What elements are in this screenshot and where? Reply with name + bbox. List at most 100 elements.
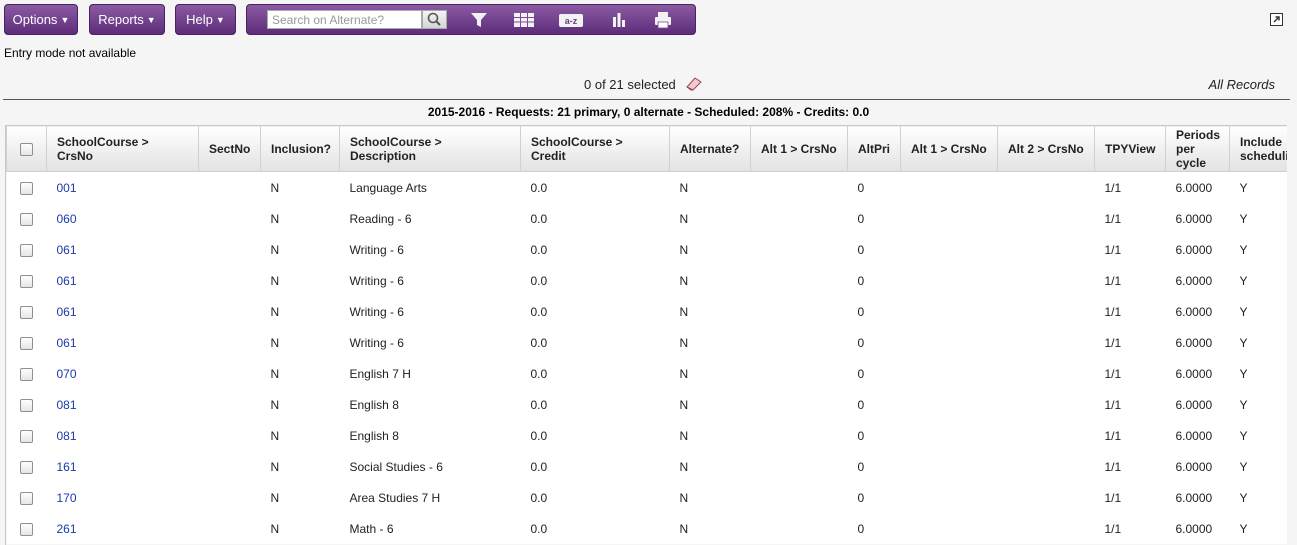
course-number-link[interactable]: 060 xyxy=(57,212,77,226)
column-header[interactable]: SchoolCourse > CrsNo xyxy=(46,125,199,172)
table-row[interactable]: 170 N Area Studies 7 H 0.0 N 0 1/1 6.0000 Y xyxy=(6,482,1287,513)
row-checkbox[interactable] xyxy=(20,460,33,474)
table-row[interactable]: 060 N Reading - 6 0.0 N 0 1/1 6.0000 Y xyxy=(6,203,1287,234)
cell-alt1 xyxy=(750,296,848,327)
help-menu-button[interactable]: Help ▼ xyxy=(175,4,236,35)
cell-inclusion: N xyxy=(260,389,340,420)
grid-view-icon[interactable] xyxy=(513,9,535,31)
reports-menu-label: Reports xyxy=(98,12,144,27)
options-menu-button[interactable]: Options ▼ xyxy=(4,4,78,35)
course-number-link[interactable]: 070 xyxy=(57,367,77,381)
table-row[interactable]: 081 N English 8 0.0 N 0 1/1 6.0000 Y xyxy=(6,389,1287,420)
cell-credit: 0.0 xyxy=(520,234,670,265)
column-header[interactable]: Inclusion? xyxy=(260,125,340,172)
course-number-link[interactable]: 081 xyxy=(57,429,77,443)
table-row[interactable]: 070 N English 7 H 0.0 N 0 1/1 6.0000 Y xyxy=(6,358,1287,389)
course-number-link[interactable]: 001 xyxy=(57,181,77,195)
column-header[interactable]: AltPri xyxy=(847,125,901,172)
bar-chart-icon[interactable] xyxy=(608,9,630,31)
column-header[interactable]: SchoolCourse > Description xyxy=(339,125,521,172)
row-select-cell xyxy=(6,420,47,451)
select-all-header xyxy=(6,125,47,172)
course-number-link[interactable]: 061 xyxy=(57,274,77,288)
row-checkbox[interactable] xyxy=(20,367,33,381)
cell-description: Writing - 6 xyxy=(339,327,521,358)
course-number-link[interactable]: 161 xyxy=(57,460,77,474)
filter-icon[interactable] xyxy=(468,9,490,31)
column-header[interactable]: Alternate? xyxy=(669,125,751,172)
cell-tpy: 1/1 xyxy=(1094,234,1166,265)
course-number-link[interactable]: 170 xyxy=(57,491,77,505)
course-number-link[interactable]: 081 xyxy=(57,398,77,412)
requests-table: SchoolCourse > CrsNo SectNo Inclusion? S… xyxy=(6,125,1287,544)
row-checkbox[interactable] xyxy=(20,274,33,288)
row-select-cell xyxy=(6,171,47,203)
column-header[interactable]: Alt 2 > CrsNo xyxy=(997,125,1095,172)
cell-alternate: N xyxy=(669,358,751,389)
cell-credit: 0.0 xyxy=(520,296,670,327)
column-header[interactable]: SchoolCourse > Credit xyxy=(520,125,670,172)
cell-crsno: 001 xyxy=(46,171,199,203)
row-checkbox[interactable] xyxy=(20,243,33,257)
table-row[interactable]: 081 N English 8 0.0 N 0 1/1 6.0000 Y xyxy=(6,420,1287,451)
table-row[interactable]: 001 N Language Arts 0.0 N 0 1/1 6.0000 Y xyxy=(6,171,1287,203)
row-checkbox[interactable] xyxy=(20,429,33,443)
cell-crsno: 070 xyxy=(46,358,199,389)
table-row[interactable]: 061 N Writing - 6 0.0 N 0 1/1 6.0000 Y xyxy=(6,327,1287,358)
cell-include: Y xyxy=(1229,327,1287,358)
selection-count: 0 of 21 selected xyxy=(584,77,676,92)
cell-altpri: 0 xyxy=(847,389,901,420)
cell-include: Y xyxy=(1229,296,1287,327)
row-checkbox[interactable] xyxy=(20,181,33,195)
select-all-checkbox[interactable] xyxy=(20,142,33,156)
cell-inclusion: N xyxy=(260,358,340,389)
table-row[interactable]: 161 N Social Studies - 6 0.0 N 0 1/1 6.0000 Y xyxy=(6,451,1287,482)
table-row[interactable]: 061 N Writing - 6 0.0 N 0 1/1 6.0000 Y xyxy=(6,296,1287,327)
cell-credit: 0.0 xyxy=(520,358,670,389)
cell-altpri: 0 xyxy=(847,234,901,265)
cell-altpri: 0 xyxy=(847,296,901,327)
column-header[interactable]: Alt 1 > CrsNo xyxy=(750,125,848,172)
cell-alt1b xyxy=(900,265,998,296)
row-checkbox[interactable] xyxy=(20,336,33,350)
table-row[interactable]: 261 N Math - 6 0.0 N 0 1/1 6.0000 Y xyxy=(6,513,1287,544)
table-row[interactable]: 061 N Writing - 6 0.0 N 0 1/1 6.0000 Y xyxy=(6,265,1287,296)
sort-az-icon[interactable]: a-z xyxy=(558,9,584,31)
row-checkbox[interactable] xyxy=(20,398,33,412)
reports-menu-button[interactable]: Reports ▼ xyxy=(89,4,165,35)
cell-sectno xyxy=(198,327,261,358)
cell-crsno: 061 xyxy=(46,327,199,358)
row-select-cell xyxy=(6,389,47,420)
eraser-icon[interactable] xyxy=(684,75,704,91)
course-number-link[interactable]: 061 xyxy=(57,243,77,257)
column-header[interactable]: Include scheduling xyxy=(1229,125,1287,172)
all-records-label[interactable]: All Records xyxy=(1209,77,1275,92)
cell-alt1 xyxy=(750,327,848,358)
print-icon[interactable] xyxy=(652,9,674,31)
cell-periods: 6.0000 xyxy=(1165,451,1230,482)
row-checkbox[interactable] xyxy=(20,305,33,319)
row-select-cell xyxy=(6,451,47,482)
row-checkbox[interactable] xyxy=(20,522,33,536)
maximize-icon[interactable] xyxy=(1270,13,1283,26)
column-header[interactable]: Alt 1 > CrsNo xyxy=(900,125,998,172)
column-header[interactable]: SectNo xyxy=(198,125,261,172)
search-input[interactable] xyxy=(267,10,422,29)
course-number-link[interactable]: 261 xyxy=(57,522,77,536)
column-header[interactable]: Periods per cycle xyxy=(1165,125,1230,172)
cell-periods: 6.0000 xyxy=(1165,234,1230,265)
course-number-link[interactable]: 061 xyxy=(57,336,77,350)
cell-alt1 xyxy=(750,420,848,451)
cell-include: Y xyxy=(1229,420,1287,451)
cell-sectno xyxy=(198,420,261,451)
cell-crsno: 061 xyxy=(46,234,199,265)
course-number-link[interactable]: 061 xyxy=(57,305,77,319)
cell-sectno xyxy=(198,358,261,389)
cell-altpri: 0 xyxy=(847,171,901,203)
table-row[interactable]: 061 N Writing - 6 0.0 N 0 1/1 6.0000 Y xyxy=(6,234,1287,265)
cell-description: English 8 xyxy=(339,389,521,420)
search-button[interactable] xyxy=(422,10,447,29)
row-checkbox[interactable] xyxy=(20,212,33,226)
row-checkbox[interactable] xyxy=(20,491,33,505)
column-header[interactable]: TPYView xyxy=(1094,125,1166,172)
